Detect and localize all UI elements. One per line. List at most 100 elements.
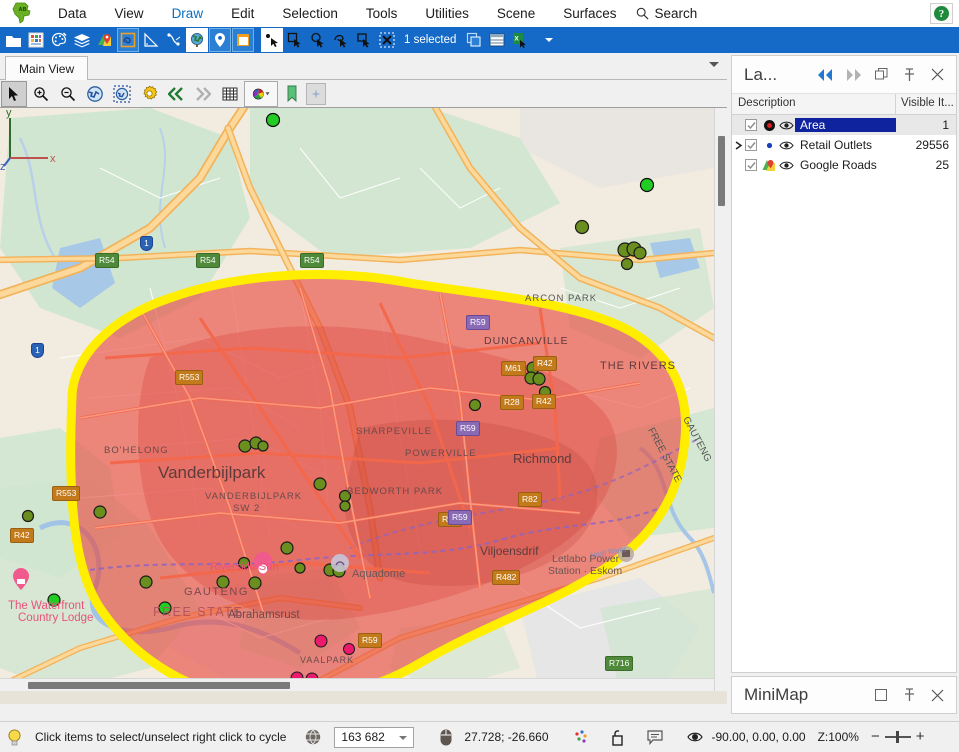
globe-scale-icon xyxy=(306,729,321,745)
layer-checkbox-google-roads[interactable] xyxy=(745,159,757,171)
rectangle-select-button[interactable] xyxy=(284,28,306,52)
copy-selection-button[interactable] xyxy=(463,28,485,52)
previous-view-button[interactable] xyxy=(163,81,189,107)
zoom-slider-track[interactable] xyxy=(884,731,911,743)
next-view-button[interactable] xyxy=(190,81,216,107)
ribbon-overflow-button[interactable] xyxy=(538,28,560,52)
help-button[interactable]: ? xyxy=(930,3,953,24)
circle-select-button[interactable] xyxy=(307,28,329,52)
unlocked-padlock-icon xyxy=(611,729,623,746)
map-horizontal-scrollbar[interactable] xyxy=(0,678,714,691)
map-pin-button[interactable] xyxy=(94,28,116,52)
column-visible-items[interactable]: Visible It... xyxy=(896,94,956,114)
menu-item-view[interactable]: View xyxy=(101,0,158,27)
layer-visibility-retail-outlets[interactable] xyxy=(777,140,795,151)
data-table-button[interactable] xyxy=(25,28,47,52)
layers-panel-header: La... xyxy=(732,56,956,94)
image-frame-button[interactable] xyxy=(232,28,254,52)
zoom-extents-button[interactable] xyxy=(82,81,108,107)
layer-checkbox-retail-outlets[interactable] xyxy=(745,139,757,151)
settings-gear-icon xyxy=(142,85,157,100)
polygon-select-button[interactable] xyxy=(353,28,375,52)
menu-item-edit[interactable]: Edit xyxy=(217,0,268,27)
status-hint-icon-wrap xyxy=(0,722,29,752)
boundary-button[interactable] xyxy=(117,28,139,52)
axis-indicator: y x z xyxy=(0,108,56,170)
menu-item-data[interactable]: Data xyxy=(44,0,101,27)
layer-row-google-roads[interactable]: Google Roads 25 xyxy=(732,155,956,175)
map-vertical-scrollbar[interactable] xyxy=(714,108,727,691)
layer-name-google-roads: Google Roads xyxy=(800,158,877,172)
column-description[interactable]: Description xyxy=(732,94,896,114)
zoom-slider-control[interactable]: − + xyxy=(865,722,931,752)
lasso-select-button[interactable] xyxy=(330,28,352,52)
layer-name-area: Area xyxy=(795,118,896,132)
selection-table-button[interactable] xyxy=(486,28,508,52)
tab-main-view[interactable]: Main View xyxy=(5,56,89,80)
layers-pin-button[interactable] xyxy=(896,62,922,88)
layer-visibility-area[interactable] xyxy=(777,120,795,131)
color-palette-dropdown-button[interactable] xyxy=(244,80,278,107)
zoom-out-icon[interactable]: − xyxy=(871,729,880,744)
export-excel-button[interactable]: X xyxy=(509,28,531,52)
zoom-in-icon[interactable]: + xyxy=(916,729,925,744)
zoom-selection-button[interactable] xyxy=(109,81,135,107)
snapshot-icon xyxy=(311,89,321,98)
chevron-down-icon[interactable] xyxy=(709,62,719,67)
map-canvas[interactable]: Vanderbijlpark VANDERBIJLPARK SW 2 BO'HELON… xyxy=(0,108,714,691)
status-camera-angles: -90.00, 0.00, 0.00 xyxy=(711,730,806,744)
circle-select-icon xyxy=(311,32,324,48)
bookmark-button[interactable] xyxy=(279,81,305,107)
layers-panel-title: La... xyxy=(744,64,778,84)
grid-button[interactable] xyxy=(217,81,243,107)
minimap-pin-button[interactable] xyxy=(896,682,922,708)
map-scale-select[interactable]: 163 682 xyxy=(334,726,415,748)
pointer-tool-button[interactable] xyxy=(1,80,27,107)
marker-button[interactable] xyxy=(209,28,231,52)
measure-angle-button[interactable] xyxy=(140,28,162,52)
menu-item-scene[interactable]: Scene xyxy=(483,0,549,27)
lasso-select-icon xyxy=(334,34,347,48)
map-horizontal-scroll-thumb[interactable] xyxy=(28,682,290,689)
layer-expand-retail-outlets[interactable] xyxy=(732,140,745,150)
layers-restore-button[interactable] xyxy=(868,62,894,88)
clear-selection-button[interactable] xyxy=(376,28,398,52)
menu-item-tools[interactable]: Tools xyxy=(352,0,412,27)
layer-visibility-google-roads[interactable] xyxy=(777,160,795,171)
status-note-button[interactable] xyxy=(641,722,669,752)
menu-item-utilities[interactable]: Utilities xyxy=(411,0,483,27)
image-frame-icon xyxy=(237,34,249,46)
polyline-button[interactable] xyxy=(163,28,185,52)
zoom-out-button[interactable] xyxy=(55,81,81,107)
layers-icon xyxy=(74,34,90,48)
checkmark-icon xyxy=(746,121,756,129)
globe-button[interactable] xyxy=(186,28,208,52)
menu-search[interactable]: Search xyxy=(630,6,707,21)
layer-checkbox-area[interactable] xyxy=(745,119,757,131)
status-scatter-icon-wrap[interactable] xyxy=(567,722,595,752)
layers-expand-right-button[interactable] xyxy=(840,62,866,88)
minimap-restore-button[interactable] xyxy=(868,682,894,708)
point-select-button[interactable] xyxy=(261,28,283,52)
layers-close-button[interactable] xyxy=(924,62,950,88)
status-zoom-label: Z:100% xyxy=(817,730,859,744)
layer-row-area[interactable]: Area 1 xyxy=(732,115,956,135)
collapse-left-icon xyxy=(817,68,832,81)
status-lock-button[interactable] xyxy=(605,722,631,752)
open-folder-button[interactable] xyxy=(2,28,24,52)
app-logo[interactable]: AB xyxy=(0,0,44,27)
bookmark-icon xyxy=(287,85,297,102)
layer-row-retail-outlets[interactable]: Retail Outlets 29556 xyxy=(732,135,956,155)
minimap-close-button[interactable] xyxy=(924,682,950,708)
settings-gear-button[interactable] xyxy=(136,81,162,107)
menu-item-surfaces[interactable]: Surfaces xyxy=(549,0,630,27)
zoom-in-button[interactable] xyxy=(28,81,54,107)
palette-button[interactable] xyxy=(48,28,70,52)
layers-button[interactable] xyxy=(71,28,93,52)
layers-collapse-left-button[interactable] xyxy=(812,62,838,88)
menu-item-draw[interactable]: Draw xyxy=(158,0,218,27)
view-tabstrip: Main View xyxy=(0,53,727,80)
snapshot-button[interactable] xyxy=(306,82,326,105)
map-vertical-scroll-thumb[interactable] xyxy=(718,136,725,206)
menu-item-selection[interactable]: Selection xyxy=(268,0,352,27)
